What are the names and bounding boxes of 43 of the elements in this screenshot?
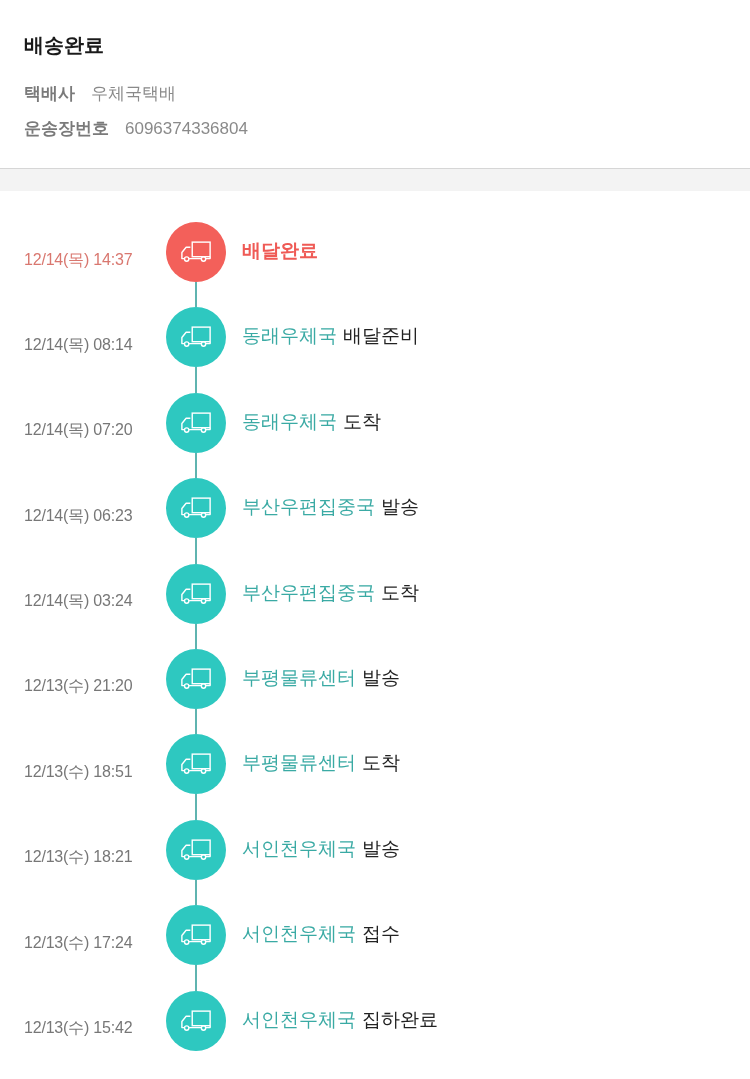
event-status: 도착 xyxy=(381,580,419,605)
event-time: 12/14(목) 03:24 xyxy=(24,591,133,612)
event-time: 12/13(수) 15:42 xyxy=(24,1018,133,1038)
event-location: 서인천우체국 xyxy=(242,922,356,947)
timeline-connector xyxy=(195,538,197,564)
event-time: 12/13(수) 18:51 xyxy=(24,761,133,782)
field-value: 우체국택배 xyxy=(91,83,176,105)
field-label: 운송장번호 xyxy=(24,118,109,140)
event-location: 서인천우체국 xyxy=(242,836,356,861)
timeline-connector xyxy=(195,965,197,991)
event-status: 발송 xyxy=(362,665,400,690)
event-time: 12/14(목) 08:14 xyxy=(24,334,133,355)
event-time: 12/13(수) 17:24 xyxy=(24,932,133,953)
timeline-connector xyxy=(195,794,197,820)
event-location: 부평물류센터 xyxy=(242,751,356,776)
event-time: 12/14(목) 07:20 xyxy=(24,420,133,441)
timeline-connector xyxy=(195,282,197,308)
event-status: 집하완료 xyxy=(362,1007,438,1032)
event-location: 부산우편집중국 xyxy=(242,495,375,520)
event-location: 동래우체국 xyxy=(242,324,337,349)
timeline-connector xyxy=(195,623,197,649)
event-location: 부평물류센터 xyxy=(242,665,356,690)
event-location: 동래우체국 xyxy=(242,409,337,434)
event-status: 발송 xyxy=(381,495,419,520)
event-time: 12/14(목) 06:23 xyxy=(24,505,133,526)
event-location: 부산우편집중국 xyxy=(242,580,375,605)
event-status: 도착 xyxy=(343,409,381,434)
timeline-connector xyxy=(195,367,197,393)
event-time: 12/13(수) 21:20 xyxy=(24,676,133,697)
event-location: 서인천우체국 xyxy=(242,1007,356,1032)
field-value: 6096374336804 xyxy=(125,118,248,139)
event-time: 12/13(수) 18:21 xyxy=(24,847,133,868)
event-time: 12/14(목) 14:37 xyxy=(24,249,133,270)
event-status: 발송 xyxy=(362,836,400,861)
event-status: 접수 xyxy=(362,922,400,947)
timeline-connector xyxy=(195,708,197,735)
timeline-connector xyxy=(195,879,197,906)
field-label: 택배사 xyxy=(24,83,75,105)
event-status: 도착 xyxy=(362,751,400,776)
timeline-connector xyxy=(195,452,197,479)
event-status: 배달준비 xyxy=(343,324,419,349)
delivery-status-title: 배송완료 xyxy=(24,33,104,58)
event-status: 배달완료 xyxy=(242,239,318,263)
